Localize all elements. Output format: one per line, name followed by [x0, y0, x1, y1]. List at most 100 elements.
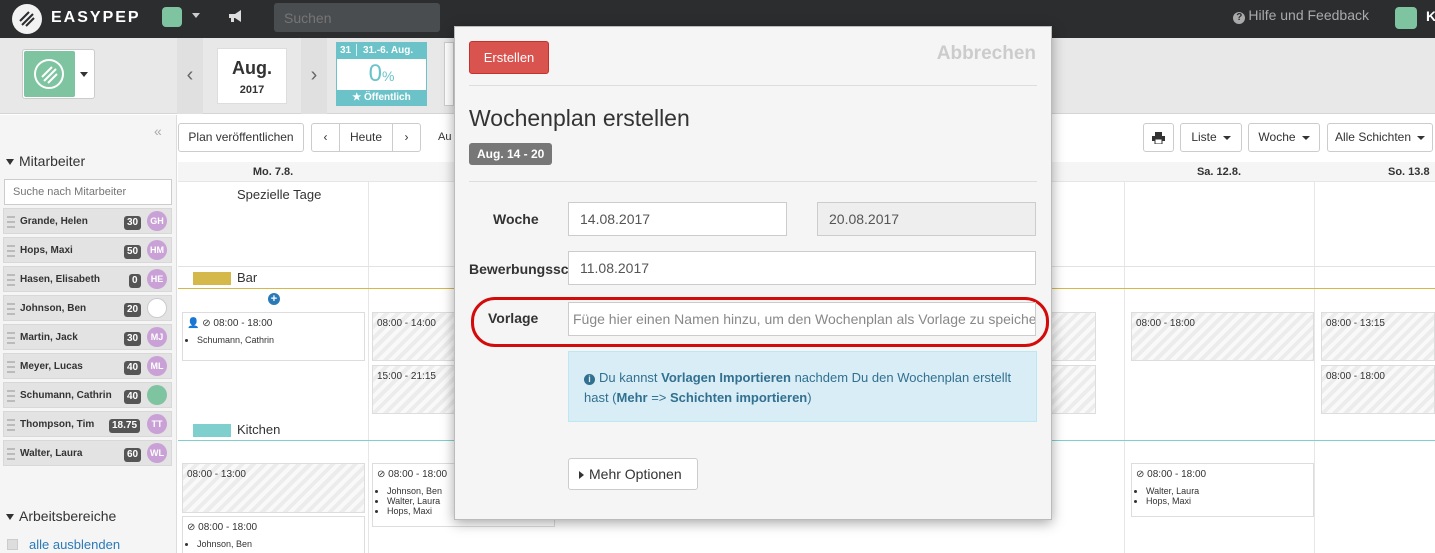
shift-staff: Walter, Laura — [387, 496, 442, 506]
week-dropdown[interactable]: Woche — [1248, 123, 1320, 152]
week-card[interactable]: 31 │ 31.-6. Aug. 0% ★ Öffentlich — [336, 42, 427, 106]
cancel-button[interactable]: Abbrechen — [937, 43, 1036, 65]
areas-heading[interactable]: Arbeitsbereiche — [6, 508, 116, 524]
month-card[interactable]: Aug. 2017 — [217, 48, 287, 104]
info-text: Du kannst — [599, 370, 662, 385]
shift-time: 08:00 - 18:00 — [213, 318, 273, 329]
employee-item[interactable]: Hops, Maxi 50 HM — [3, 237, 172, 263]
modal-divider — [469, 181, 1037, 182]
drag-handle-icon[interactable] — [7, 332, 15, 344]
megaphone-icon[interactable] — [227, 8, 245, 24]
shift-card[interactable]: ⊘ 08:00 - 18:00 Walter, Laura Hops, Maxi — [1131, 463, 1314, 517]
user-avatar[interactable] — [1395, 7, 1417, 29]
employees-title: Mitarbeiter — [19, 153, 86, 169]
help-link[interactable]: ? Hilfe und Feedback — [1233, 7, 1369, 24]
add-shift-icon[interactable]: + — [268, 293, 280, 305]
shift-card[interactable]: 08:00 - 18:00 — [1131, 312, 1314, 361]
caret-down-icon — [6, 159, 14, 166]
collapse-sidebar-icon[interactable]: « — [154, 123, 162, 139]
drag-handle-icon[interactable] — [7, 245, 15, 257]
week-label: Woche — [1258, 130, 1296, 144]
print-button[interactable] — [1143, 123, 1174, 152]
employees-heading[interactable]: Mitarbeiter — [6, 153, 85, 169]
next-week-button[interactable]: › — [392, 123, 421, 152]
prev-month-button[interactable]: ‹ — [177, 38, 203, 114]
week-status-label: Öffentlich — [364, 92, 411, 103]
drag-handle-icon[interactable] — [7, 274, 15, 286]
create-button[interactable]: Erstellen — [469, 41, 549, 74]
all-shifts-dropdown[interactable]: Alle Schichten — [1327, 123, 1433, 152]
employee-name: Martin, Jack — [20, 332, 78, 343]
hide-all-checkbox[interactable] — [7, 539, 18, 550]
employee-name: Grande, Helen — [20, 216, 88, 227]
week-range: 31.-6. Aug. — [362, 45, 414, 56]
shift-card[interactable]: ⊘ 08:00 - 18:00 Johnson, Ben — [182, 516, 365, 553]
week-start-input[interactable]: 14.08.2017 — [568, 202, 787, 236]
year-label: 2017 — [239, 84, 265, 96]
employee-item[interactable]: Johnson, Ben 20 — [3, 295, 172, 321]
week-status: ★ Öffentlich — [337, 90, 426, 105]
drag-handle-icon[interactable] — [7, 448, 15, 460]
employee-name: Schumann, Cathrin — [20, 390, 112, 401]
month-label: Aug. — [232, 58, 272, 78]
more-options-button[interactable]: Mehr Optionen — [568, 458, 698, 490]
employee-hours: 30 — [124, 332, 142, 346]
info-emphasis: Schichten importieren — [670, 390, 808, 405]
modal-title: Wochenplan erstellen — [469, 105, 690, 131]
avatar: MJ — [147, 327, 167, 347]
print-icon — [1152, 131, 1165, 145]
search-input[interactable] — [274, 3, 440, 32]
user-initial[interactable]: K — [1426, 8, 1435, 24]
workspace-switcher[interactable] — [22, 49, 95, 99]
logo-icon[interactable] — [12, 4, 42, 34]
shift-staff: Walter, Laura — [1146, 486, 1199, 496]
shift-time: 08:00 - 18:00 — [1326, 371, 1385, 382]
employee-item[interactable]: Walter, Laura 60 WL — [3, 440, 172, 466]
avatar: ML — [147, 356, 167, 376]
day-header: Sa. 12.8. — [1124, 162, 1314, 182]
info-alert: i Du kannst Vorlagen Importieren nachdem … — [568, 351, 1037, 422]
avatar: TT — [147, 414, 167, 434]
employee-item[interactable]: Grande, Helen 30 GH — [3, 208, 172, 234]
shift-card[interactable] — [1051, 312, 1096, 361]
shift-card[interactable]: 08:00 - 13:00 — [182, 463, 365, 513]
week-range-badge: Aug. 14 - 20 — [469, 143, 553, 165]
shift-card[interactable]: 08:00 - 13:15 — [1321, 312, 1435, 361]
employee-item[interactable]: Martin, Jack 30 MJ — [3, 324, 172, 350]
shift-card[interactable]: 08:00 - 14:00 — [372, 312, 455, 361]
organization-icon[interactable] — [162, 7, 182, 27]
template-field-label: Vorlage — [488, 310, 539, 326]
shift-card[interactable] — [1051, 365, 1096, 414]
publish-plan-button[interactable]: Plan veröffentlichen — [178, 123, 304, 152]
avatar — [147, 298, 167, 318]
shift-card[interactable]: 08:00 - 18:00 — [1321, 365, 1435, 414]
shift-card[interactable]: 👤 ⊘ 08:00 - 18:00 Schumann, Cathrin — [182, 312, 365, 361]
drag-handle-icon[interactable] — [7, 303, 15, 315]
drag-handle-icon[interactable] — [7, 361, 15, 373]
hide-all-link[interactable]: alle ausblenden — [29, 537, 120, 552]
employee-item[interactable]: Hasen, Elisabeth 0 HE — [3, 266, 172, 292]
drag-handle-icon[interactable] — [7, 216, 15, 228]
employee-item[interactable]: Schumann, Cathrin 40 — [3, 382, 172, 408]
avatar: WL — [147, 443, 167, 463]
deadline-input[interactable]: 11.08.2017 — [568, 251, 1036, 285]
avatar: HE — [147, 269, 167, 289]
week-card-next[interactable] — [444, 42, 454, 106]
employee-item[interactable]: Thompson, Tim 18.75 TT — [3, 411, 172, 437]
next-month-button[interactable]: › — [301, 38, 327, 114]
employee-hours: 40 — [124, 390, 142, 404]
shift-time-row: ⊘ 08:00 - 18:00 — [1136, 469, 1207, 480]
chevron-down-icon[interactable] — [192, 13, 200, 18]
list-dropdown[interactable]: Liste — [1180, 123, 1242, 152]
week-percent: 0 — [368, 60, 382, 87]
drag-handle-icon[interactable] — [7, 390, 15, 402]
drag-handle-icon[interactable] — [7, 419, 15, 431]
template-name-input[interactable]: Füge hier einen Namen hinzu, um den Woch… — [568, 302, 1036, 336]
brand-name[interactable]: EASYPEP — [51, 9, 141, 27]
shift-staff: Johnson, Ben — [197, 539, 252, 549]
shift-card[interactable]: 15:00 - 21:15 — [372, 365, 455, 414]
employee-item[interactable]: Meyer, Lucas 40 ML — [3, 353, 172, 379]
employee-search-input[interactable] — [4, 179, 172, 205]
prev-week-button[interactable]: ‹ — [311, 123, 340, 152]
today-button[interactable]: Heute — [339, 123, 393, 152]
